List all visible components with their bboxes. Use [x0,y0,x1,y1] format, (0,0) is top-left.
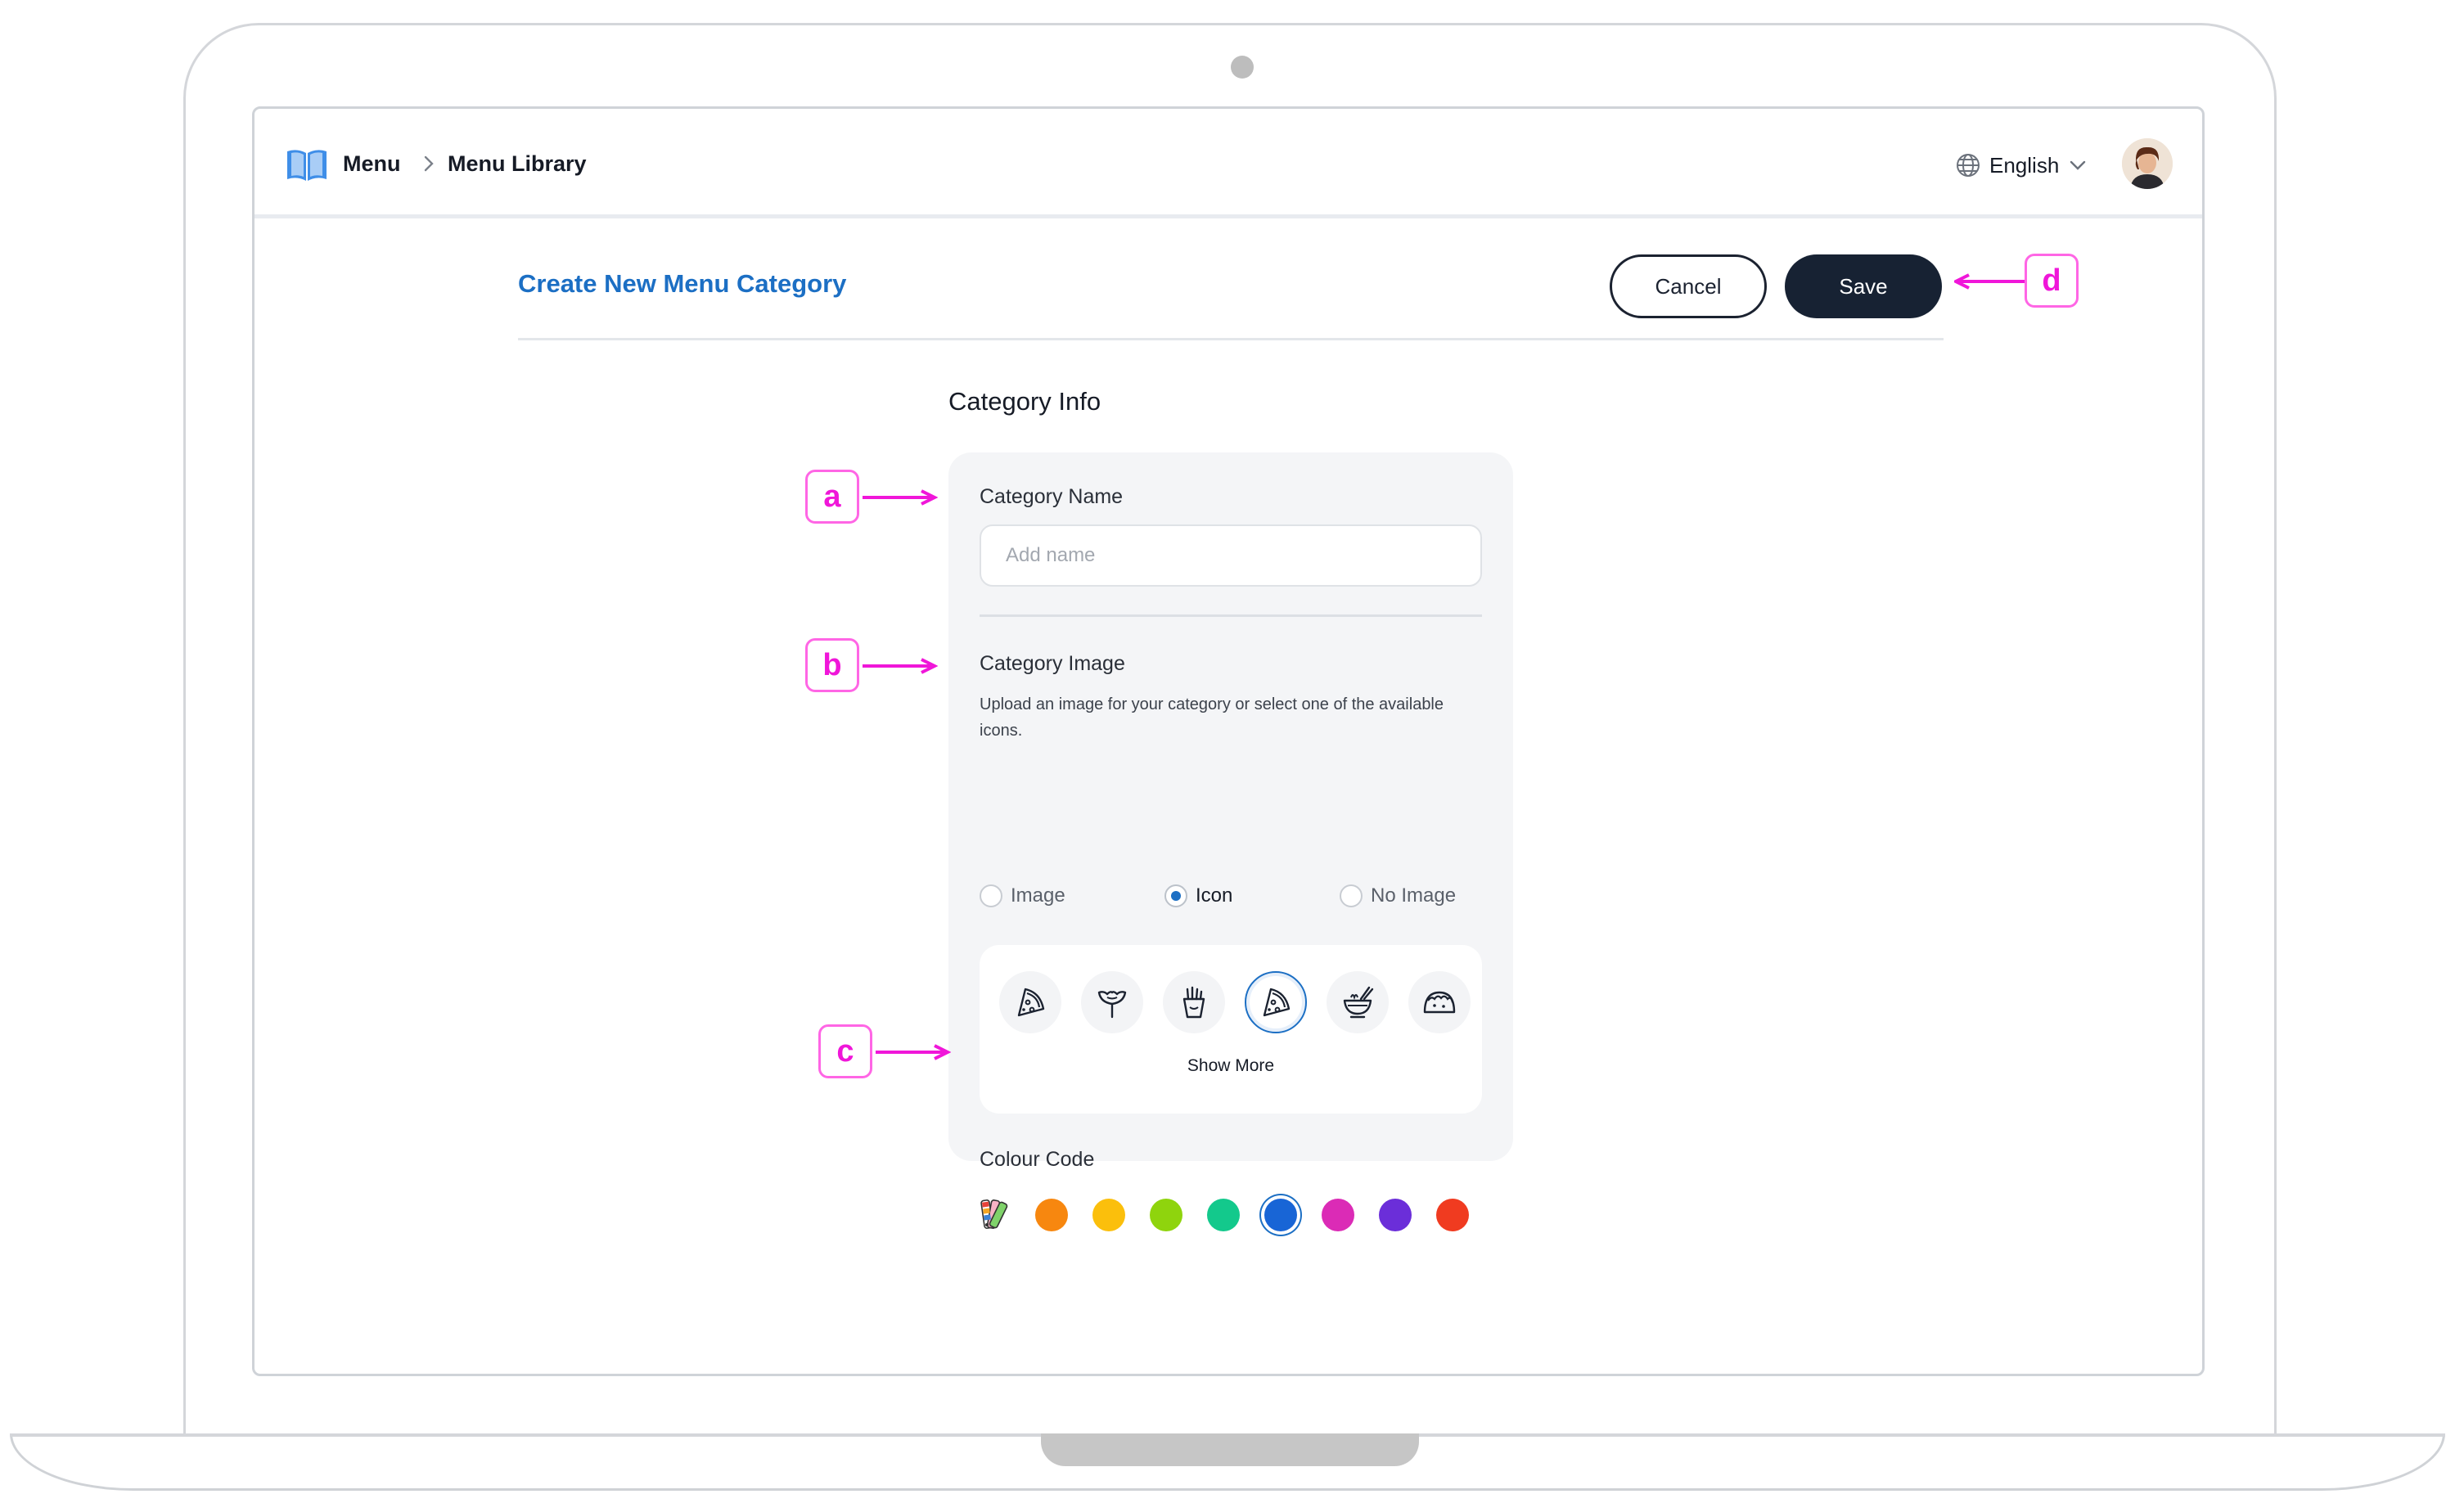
open-book-icon [287,150,327,181]
save-button[interactable]: Save [1785,254,1942,318]
colour-swatch[interactable] [1092,1199,1125,1231]
pizza-slice-icon [1017,988,1045,1017]
chevron-down-icon [2070,160,2086,170]
colour-swatch[interactable] [1150,1199,1182,1231]
radio-image-dot[interactable] [980,884,1002,907]
chevron-right-icon [424,155,434,172]
callout-a: a [805,470,859,524]
icon-option-pizza-selected[interactable] [1245,971,1307,1033]
icon-picker: Show More [980,945,1482,1114]
arrow-right-icon [863,489,938,506]
colour-swatch[interactable] [1379,1199,1412,1231]
header-divider [518,338,1944,340]
breadcrumb-menu-library: Menu Library [448,151,587,176]
icon-option-skewer[interactable] [1081,971,1143,1033]
user-avatar[interactable] [2122,138,2173,189]
icon-option-pizza[interactable] [999,971,1061,1033]
colour-swatch[interactable] [1436,1199,1469,1231]
arrow-left-icon [1954,273,2025,290]
category-name-label: Category Name [980,485,1124,508]
card-divider [980,614,1482,617]
fries-icon [1182,986,1205,1019]
globe-icon [1957,154,1980,177]
radio-no-image-dot[interactable] [1340,884,1363,907]
top-bar: Menu Menu Library English [255,109,2202,218]
taco-icon [1423,991,1456,1014]
radio-no-image[interactable]: No Image [1340,884,1456,907]
camera-dot [1231,56,1254,79]
show-more-link[interactable]: Show More [980,1056,1482,1076]
radio-image-label: Image [1011,884,1065,907]
radio-icon-dot[interactable] [1164,884,1187,907]
radio-icon[interactable]: Icon [1164,884,1232,907]
meat-skewer-icon [1097,991,1127,1019]
radio-image[interactable]: Image [980,884,1065,907]
arrow-right-icon [876,1044,951,1060]
colour-swatch[interactable] [1322,1199,1354,1231]
callout-d: d [2025,254,2079,308]
icon-option-taco[interactable] [1408,971,1471,1033]
colour-palette-icon[interactable] [980,1195,1012,1235]
arrow-right-icon [863,658,938,674]
colour-swatch[interactable] [1035,1199,1068,1231]
radio-no-image-label: No Image [1371,884,1457,907]
colour-swatch[interactable] [1264,1199,1297,1231]
section-title: Category Info [948,387,1101,416]
page-title: Create New Menu Category [518,269,847,298]
icon-option-fries[interactable] [1163,971,1225,1033]
colour-swatches [980,1195,1503,1235]
language-selector[interactable]: English [1955,151,2088,179]
pizza-slice-icon [1263,988,1291,1017]
laptop-notch [1041,1433,1419,1466]
colour-code-label: Colour Code [980,1148,1095,1171]
app-screen: Menu Menu Library English Create New Men… [252,106,2205,1376]
cancel-button[interactable]: Cancel [1610,254,1767,318]
language-label: English [1989,152,2060,178]
category-image-help: Upload an image for your category or sel… [980,695,1444,740]
colour-swatch[interactable] [1207,1199,1240,1231]
category-image-label: Category Image [980,652,1125,675]
category-name-input[interactable] [980,524,1482,587]
user-photo [2122,138,2173,189]
callout-c: c [818,1024,872,1078]
breadcrumb-menu[interactable]: Menu [343,151,401,177]
callout-b: b [805,638,859,692]
category-info-card: Category Name Category Image Upload an i… [948,452,1513,1231]
noodle-bowl-icon [1343,986,1374,1019]
radio-icon-label: Icon [1196,884,1233,907]
icon-option-noodles[interactable] [1327,971,1389,1033]
